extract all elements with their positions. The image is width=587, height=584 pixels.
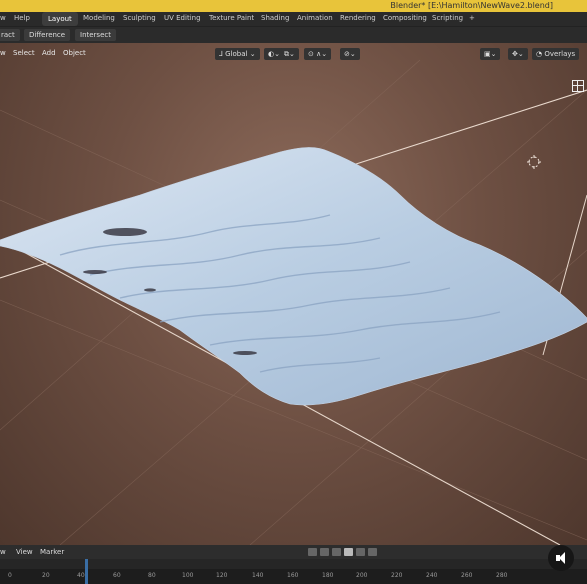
ruler-tick: 40	[77, 572, 85, 579]
3d-viewport[interactable]: w Select Add Object ⅃ Global ⌄ ◐⌄ ⧉⌄ ⊙ ∧…	[0, 43, 587, 545]
object-menu[interactable]: Object	[63, 49, 86, 57]
gizmo-icon[interactable]: ✥⌄	[508, 48, 528, 60]
add-workspace-button[interactable]: +	[469, 14, 475, 22]
timeline-editor: w View Marker 0 20 40 60 80 100 120 140 …	[0, 545, 587, 584]
boolean-toolbar: ract Difference Intersect	[0, 27, 587, 43]
timeline-view-menu[interactable]: View	[16, 548, 33, 556]
ruler-tick: 160	[287, 572, 299, 579]
viewport-scene	[0, 59, 587, 545]
tab-shading[interactable]: Shading	[261, 14, 289, 22]
ruler-tick: 120	[216, 572, 228, 579]
ruler-tick: 280	[496, 572, 508, 579]
title-bar: Blender* [E:\Hamilton\NewWave2.blend]	[0, 0, 587, 12]
playhead[interactable]	[85, 559, 88, 584]
tab-compositing[interactable]: Compositing	[383, 14, 427, 22]
jump-end-icon[interactable]	[368, 548, 377, 556]
transform-orientation-dropdown[interactable]: ⅃ Global ⌄	[215, 48, 260, 60]
jump-start-icon[interactable]	[308, 548, 317, 556]
play-icon[interactable]	[344, 548, 353, 556]
ruler-tick: 80	[148, 572, 156, 579]
window-title: Blender* [E:\Hamilton\NewWave2.blend]	[390, 1, 553, 10]
tab-texture-paint[interactable]: Texture Paint	[209, 14, 254, 22]
snap-icon[interactable]: ⧉⌄	[280, 48, 299, 60]
ruler-tick: 260	[461, 572, 473, 579]
select-menu[interactable]: Select	[13, 49, 35, 57]
grid-toggle-icon[interactable]	[572, 80, 584, 92]
tab-sculpting[interactable]: Sculpting	[123, 14, 156, 22]
ruler-tick: 180	[322, 572, 334, 579]
jump-keyframe-forward-icon[interactable]	[356, 548, 365, 556]
orientation-icon: ⅃	[219, 50, 223, 58]
overlays-dropdown[interactable]: ◔ Overlays	[532, 48, 580, 60]
overlays-icon: ◔	[536, 50, 543, 58]
ruler-tick: 60	[113, 572, 121, 579]
ruler-tick: 20	[42, 572, 50, 579]
ruler-tick: 200	[356, 572, 368, 579]
overlays-label: Overlays	[544, 50, 576, 58]
tab-layout[interactable]: Layout	[42, 12, 78, 26]
tab-uv-editing[interactable]: UV Editing	[164, 14, 201, 22]
jump-keyframe-back-icon[interactable]	[320, 548, 329, 556]
link-icon[interactable]: ⊘⌄	[340, 48, 360, 60]
difference-button[interactable]: Difference	[24, 29, 71, 41]
chevron-down-icon: ⌄	[249, 50, 256, 58]
ruler-tick: 0	[8, 572, 12, 579]
proportional-edit-icon[interactable]: ⊙ ∧⌄	[304, 48, 332, 60]
ruler-tick: 140	[252, 572, 264, 579]
tab-animation[interactable]: Animation	[297, 14, 333, 22]
difference-button-partial[interactable]: ract	[0, 29, 20, 41]
add-menu[interactable]: Add	[42, 49, 56, 57]
tab-rendering[interactable]: Rendering	[340, 14, 376, 22]
timeline-ruler[interactable]: 0 20 40 60 80 100 120 140 160 180 200 22…	[0, 569, 587, 584]
timeline-marker-menu[interactable]: Marker	[40, 548, 64, 556]
workspace-menu-bar: w Help Layout Modeling Sculpting UV Edit…	[0, 12, 587, 26]
ruler-tick: 100	[182, 572, 194, 579]
ruler-tick: 240	[426, 572, 438, 579]
viewport-object-icon[interactable]: ▣⌄	[480, 48, 501, 60]
orientation-label: Global	[225, 50, 248, 58]
viewport-header: w Select Add Object ⅃ Global ⌄ ◐⌄ ⧉⌄ ⊙ ∧…	[0, 43, 587, 63]
timeline-header: w View Marker	[0, 545, 587, 559]
menu-window[interactable]: w	[0, 14, 6, 22]
volume-icon[interactable]	[548, 545, 574, 571]
view-menu[interactable]: w	[0, 49, 6, 57]
3d-cursor-icon	[527, 155, 541, 169]
timeline-menu-w[interactable]: w	[0, 548, 6, 556]
ruler-tick: 220	[391, 572, 403, 579]
tab-modeling[interactable]: Modeling	[83, 14, 115, 22]
tab-scripting[interactable]: Scripting	[432, 14, 463, 22]
play-reverse-icon[interactable]	[332, 548, 341, 556]
menu-help[interactable]: Help	[14, 14, 30, 22]
intersect-button[interactable]: Intersect	[75, 29, 116, 41]
